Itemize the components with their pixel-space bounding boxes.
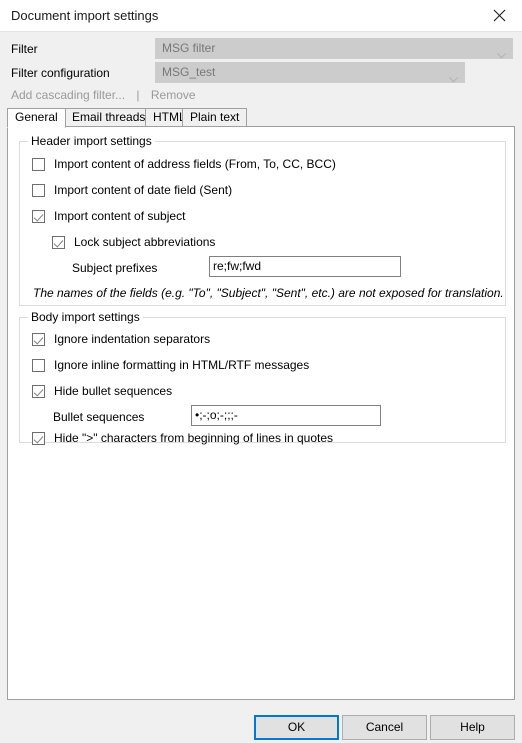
checkbox-ignore-inline-formatting[interactable]: Ignore inline formatting in HTML/RTF mes… <box>32 358 309 372</box>
checkbox-box <box>32 157 45 171</box>
chevron-down-icon <box>497 46 506 58</box>
fields-translation-note: The names of the fields (e.g. "To", "Sub… <box>33 286 504 300</box>
tab-email-threads[interactable]: Email threads <box>64 108 154 127</box>
header-import-settings-title: Header import settings <box>28 134 155 148</box>
close-icon[interactable] <box>476 0 522 31</box>
checkbox-box <box>32 332 45 346</box>
checkbox-import-address-fields[interactable]: Import content of address fields (From, … <box>32 157 336 171</box>
subject-prefixes-label: Subject prefixes <box>72 261 158 275</box>
checkbox-label: Hide bullet sequences <box>54 384 173 398</box>
checkbox-box <box>32 209 45 223</box>
checkbox-label: Import content of address fields (From, … <box>54 157 336 171</box>
tab-panel-general: Header import settings Import content of… <box>7 126 515 700</box>
checkbox-box <box>52 235 65 249</box>
checkbox-label: Import content of date field (Sent) <box>54 183 233 197</box>
checkbox-import-subject[interactable]: Import content of subject <box>32 209 185 223</box>
cascading-filter-actions: Add cascading filter... | Remove <box>11 88 196 102</box>
filter-combobox[interactable]: MSG filter <box>155 38 513 59</box>
tab-plain-text[interactable]: Plain text <box>182 108 248 127</box>
checkbox-label: Ignore inline formatting in HTML/RTF mes… <box>54 358 310 372</box>
filter-label: Filter <box>11 42 38 56</box>
bullet-sequences-input[interactable]: •;-;o;-;;;- <box>191 405 381 426</box>
checkbox-label: Ignore indentation separators <box>54 332 211 346</box>
body-import-settings-title: Body import settings <box>28 310 143 324</box>
ok-button[interactable]: OK <box>254 715 339 740</box>
cancel-button[interactable]: Cancel <box>342 715 427 740</box>
filter-configuration-label: Filter configuration <box>11 66 110 80</box>
checkbox-box <box>32 384 45 398</box>
checkbox-label: Hide ">" characters from beginning of li… <box>54 431 334 445</box>
checkbox-hide-bullet-sequences[interactable]: Hide bullet sequences <box>32 384 172 398</box>
checkbox-hide-quote-characters[interactable]: Hide ">" characters from beginning of li… <box>32 431 333 445</box>
tab-general[interactable]: General <box>7 108 66 128</box>
body-import-settings-group: Body import settings Ignore indentation … <box>19 310 506 445</box>
checkbox-box <box>32 358 45 372</box>
help-button[interactable]: Help <box>430 715 515 740</box>
checkbox-lock-subject-abbreviations[interactable]: Lock subject abbreviations <box>52 235 215 249</box>
checkbox-box <box>32 431 45 445</box>
checkbox-label: Lock subject abbreviations <box>74 235 216 249</box>
checkbox-ignore-indentation-separators[interactable]: Ignore indentation separators <box>32 332 210 346</box>
title-bar: Document import settings <box>0 0 522 32</box>
tab-strip: General Email threads HTML Plain text <box>7 108 515 128</box>
filter-configuration-combobox-value: MSG_test <box>162 65 216 79</box>
checkbox-box <box>32 183 45 197</box>
checkbox-label: Import content of subject <box>54 209 186 223</box>
remove-filter-link[interactable]: Remove <box>151 88 196 102</box>
window-title: Document import settings <box>11 8 159 23</box>
action-separator: | <box>136 88 140 102</box>
checkbox-import-date-field[interactable]: Import content of date field (Sent) <box>32 183 232 197</box>
filter-configuration-combobox[interactable]: MSG_test <box>155 62 465 83</box>
bullet-sequences-label: Bullet sequences <box>53 410 145 424</box>
subject-prefixes-input[interactable]: re;fw;fwd <box>209 256 401 277</box>
filter-combobox-value: MSG filter <box>162 41 216 55</box>
add-cascading-filter-link[interactable]: Add cascading filter... <box>11 88 125 102</box>
header-import-settings-group: Header import settings Import content of… <box>19 134 506 306</box>
chevron-down-icon <box>449 70 458 82</box>
